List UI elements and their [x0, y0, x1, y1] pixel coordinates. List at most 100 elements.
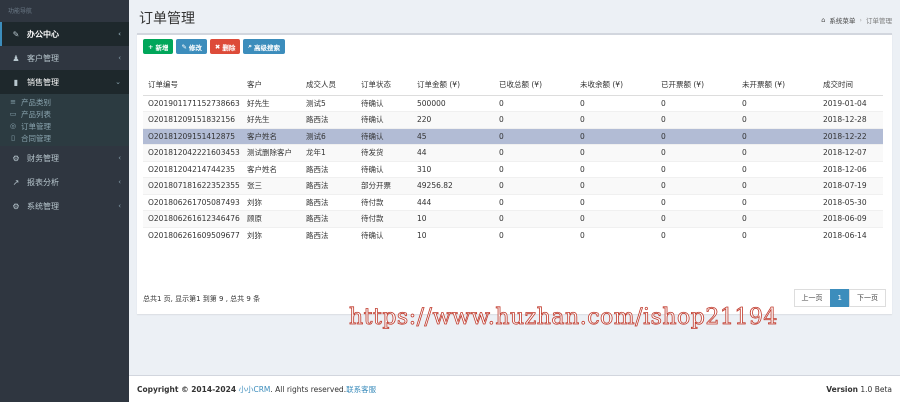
footer-version: Version 1.0 Beta	[826, 385, 892, 394]
col-amount[interactable]: 订单金额 (¥)	[412, 75, 494, 96]
pagination-summary: 总共1 页, 显示第1 到第 9 , 总共 9 条	[143, 295, 261, 303]
table-row[interactable]: O20181209151832156 好先生 路西法 待确认 220 0 0 0 0 2018-1…	[143, 111, 883, 128]
brand-link[interactable]: 小小CRM	[238, 385, 270, 394]
table-cell: 好先生	[242, 111, 301, 128]
subnav-item-contracts[interactable]: ▯ 合同管理	[0, 132, 129, 144]
table-cell: O201807181622352355	[143, 177, 242, 194]
table-cell: 0	[656, 144, 737, 161]
table-row[interactable]: O201901171152738663 好先生 测试5 待确认 500000 0 0 0 0 20…	[143, 94, 883, 112]
table-row[interactable]: O20181209151412875 客户姓名 测试6 待确认 45 0 0 0 0 2018-1…	[143, 127, 883, 145]
table-cell: 待确认	[356, 111, 412, 128]
col-salesperson[interactable]: 成交人员	[301, 75, 356, 96]
table-cell: 测试6	[301, 127, 356, 145]
edit-button[interactable]: ✎ 修改	[176, 39, 207, 54]
table-row[interactable]: O201806261612346476 顾原 路西法 待付款 10 0 0 0 0 2018-06…	[143, 210, 883, 227]
col-order-no[interactable]: 订单编号	[143, 75, 242, 96]
table-cell: 0	[737, 111, 818, 128]
cog-icon: ⚙	[12, 201, 20, 211]
table-cell: 0	[656, 210, 737, 227]
contact-link[interactable]: 联系客服	[346, 385, 376, 394]
table-cell: 44	[412, 144, 494, 161]
table-cell: 0	[494, 94, 575, 112]
table-cell: 0	[575, 144, 656, 161]
breadcrumb-home[interactable]: 系统菜单	[829, 15, 855, 25]
sidebar-item-sales[interactable]: ▮ 销售管理 ⌄	[0, 70, 129, 94]
table-cell: 0	[494, 160, 575, 178]
table-cell: 路西法	[301, 177, 356, 194]
table-row[interactable]: O201807181622352355 张三 路西法 部分开票 49256.82 0 0 0 0…	[143, 177, 883, 194]
table-cell: 0	[575, 226, 656, 244]
table-cell: 0	[737, 193, 818, 211]
col-received[interactable]: 已收总额 (¥)	[494, 75, 575, 96]
main-content: 订单管理 ⌂ 系统菜单 › 订单管理 + 新增 ✎ 修改 ✖ 删除 ⌕ 高级搜索	[129, 0, 900, 402]
table-cell: 2018-12-22	[818, 127, 883, 145]
col-uninvoiced[interactable]: 未开票额 (¥)	[737, 75, 818, 96]
table-cell: O20181209151412875	[143, 127, 242, 145]
next-page-button[interactable]: 下一页	[849, 289, 886, 307]
table-row[interactable]: O20181204214744235 客户姓名 路西法 待确认 310 0 0 0 0 2018-…	[143, 160, 883, 178]
table-cell: 0	[656, 193, 737, 211]
orders-panel: + 新增 ✎ 修改 ✖ 删除 ⌕ 高级搜索 订单编号 客户 成交人员 订单状态 …	[137, 33, 892, 314]
table-cell: 2018-06-09	[818, 210, 883, 227]
sales-submenu: ≡ 产品类别 ▭ 产品列表 ◎ 订单管理 ▯ 合同管理	[0, 94, 129, 146]
sidebar-item-reports[interactable]: ↗ 报表分析 ‹	[0, 170, 129, 194]
subnav-item-label: 订单管理	[21, 121, 51, 131]
table-cell: 2018-12-07	[818, 144, 883, 161]
target-icon: ◎	[9, 122, 17, 130]
table-cell: 待付款	[356, 210, 412, 227]
sidebar-item-office[interactable]: ✎ 办公中心 ‹	[0, 22, 129, 46]
sidebar-item-customers[interactable]: ♟ 客户管理 ‹	[0, 46, 129, 70]
sidebar: 功能导航 ✎ 办公中心 ‹ ♟ 客户管理 ‹ ▮ 销售管理 ⌄ ≡ 产品类别 ▭…	[0, 0, 129, 402]
page-1-button[interactable]: 1	[829, 289, 850, 307]
edit-button-label: 修改	[188, 43, 202, 52]
table-icon: ▭	[9, 110, 17, 118]
version-label: Version	[826, 384, 858, 394]
subnav-item-product-category[interactable]: ≡ 产品类别	[0, 96, 129, 108]
table-row[interactable]: O201812042221603453 测试删除客户 龙年1 待发货 44 0 0 0 0 201…	[143, 144, 883, 161]
table-row[interactable]: O201806261609509677 刘狝 路西法 待确认 10 0 0 0 0 2018-06…	[143, 226, 883, 244]
table-cell: 刘狝	[242, 226, 301, 244]
table-row[interactable]: O201806261705087493 刘狝 路西法 待付款 444 0 0 0 0 2018-0…	[143, 193, 883, 211]
table-cell: 45	[412, 127, 494, 145]
add-button-label: 新增	[155, 43, 169, 52]
subnav-item-label: 合同管理	[21, 133, 51, 143]
table-cell: 路西法	[301, 210, 356, 227]
chevron-left-icon: ‹	[118, 154, 121, 162]
table-cell: 444	[412, 193, 494, 211]
table-cell: 测试5	[301, 94, 356, 112]
advanced-search-button[interactable]: ⌕ 高级搜索	[243, 39, 285, 54]
table-cell: 待确认	[356, 160, 412, 178]
table-cell: 0	[656, 111, 737, 128]
bar-chart-icon: ▮	[13, 77, 19, 87]
gear-icon: ⚙	[12, 153, 20, 163]
add-button[interactable]: + 新增	[143, 39, 174, 54]
col-status[interactable]: 订单状态	[356, 75, 412, 96]
table-cell: 龙年1	[301, 144, 356, 161]
table-cell: 49256.82	[412, 177, 494, 194]
table-cell: 客户姓名	[242, 127, 301, 145]
subnav-item-orders[interactable]: ◎ 订单管理	[0, 120, 129, 132]
table-cell: 0	[656, 160, 737, 178]
table-cell: 0	[737, 144, 818, 161]
sidebar-item-label: 客户管理	[27, 53, 59, 63]
table-cell: 0	[494, 193, 575, 211]
sidebar-item-finance[interactable]: ⚙ 财务管理 ‹	[0, 146, 129, 170]
delete-button[interactable]: ✖ 删除	[209, 39, 241, 54]
table-cell: 10	[412, 226, 494, 244]
subnav-item-label: 产品类别	[21, 97, 51, 107]
sidebar-item-system[interactable]: ⚙ 系统管理 ‹	[0, 194, 129, 218]
table-cell: 2019-01-04	[818, 94, 883, 112]
table-header-row: 订单编号 客户 成交人员 订单状态 订单金额 (¥) 已收总额 (¥) 未收余额…	[143, 75, 883, 96]
search-icon: ⌕	[248, 42, 252, 50]
toolbar: + 新增 ✎ 修改 ✖ 删除 ⌕ 高级搜索	[143, 39, 285, 54]
table-cell: 路西法	[301, 111, 356, 128]
table-cell: O20181204214744235	[143, 160, 242, 178]
subnav-item-product-list[interactable]: ▭ 产品列表	[0, 108, 129, 120]
col-deal-date[interactable]: 成交时间	[818, 75, 883, 96]
prev-page-button[interactable]: 上一页	[793, 289, 831, 307]
table-cell: 0	[737, 226, 818, 244]
table-cell: 顾原	[242, 210, 301, 227]
col-customer[interactable]: 客户	[242, 75, 301, 96]
col-invoiced[interactable]: 已开票额 (¥)	[656, 75, 737, 96]
col-unreceived[interactable]: 未收余额 (¥)	[575, 75, 656, 96]
